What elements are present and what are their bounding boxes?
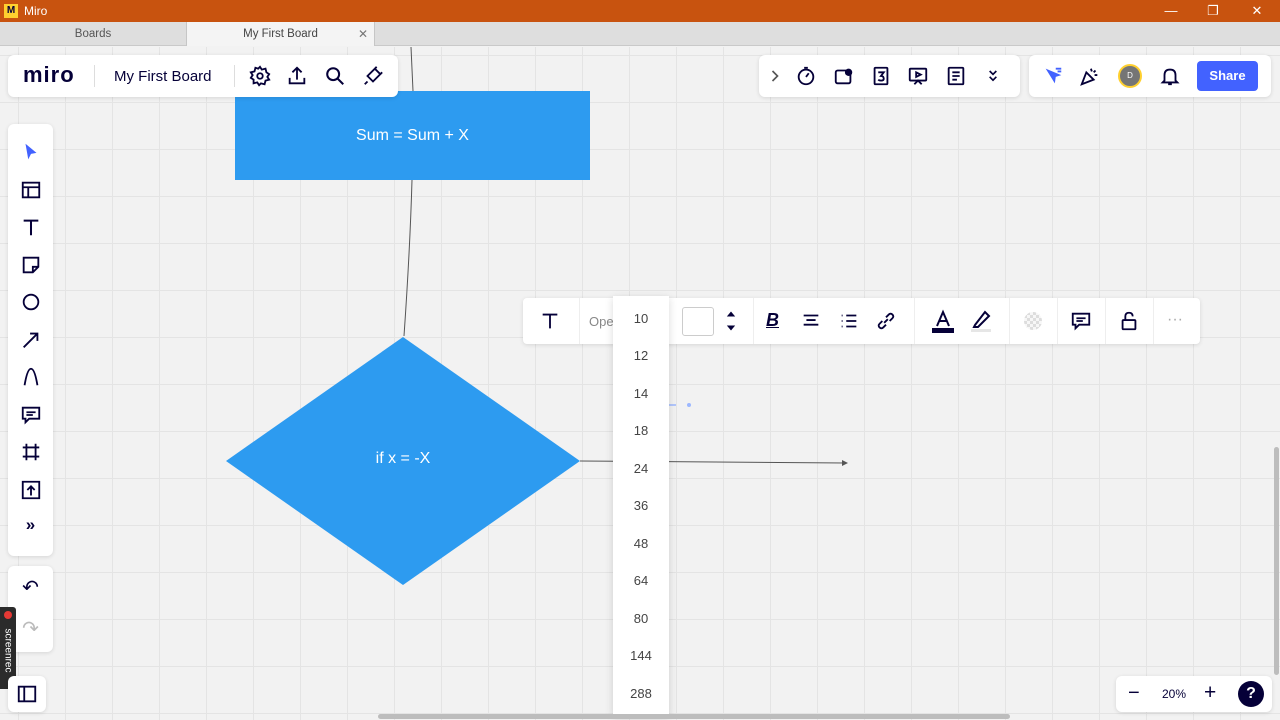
size-down-icon[interactable] <box>724 322 738 334</box>
list-icon[interactable] <box>838 310 860 332</box>
recorder-label: screenrec <box>2 628 14 673</box>
miro-logo[interactable]: miro <box>23 62 75 88</box>
tab-label: My First Board <box>243 28 318 40</box>
frame-icon[interactable] <box>19 440 43 464</box>
sticky-note-icon[interactable] <box>19 253 43 277</box>
more-tools-icon[interactable] <box>983 65 1003 87</box>
text-color-icon[interactable] <box>931 308 955 334</box>
board-title[interactable]: My First Board <box>114 68 212 85</box>
search-icon[interactable] <box>324 65 346 87</box>
arrow-icon[interactable] <box>19 328 43 352</box>
font-size-option[interactable]: 12 <box>613 341 669 371</box>
divider <box>234 65 235 87</box>
zoom-out-button[interactable]: − <box>1128 682 1140 705</box>
minimize-button[interactable]: — <box>1161 2 1181 20</box>
timer-icon[interactable] <box>795 65 817 87</box>
divider <box>1009 298 1010 344</box>
bold-button[interactable]: B <box>766 310 779 331</box>
sidebar-toggle-icon <box>16 683 38 705</box>
font-size-option[interactable]: 80 <box>613 604 669 634</box>
vertical-scrollbar[interactable] <box>1274 447 1279 675</box>
cursor-filter-icon[interactable] <box>1042 65 1064 87</box>
font-family-select[interactable]: Ope <box>589 314 614 329</box>
board-tools-panel <box>759 55 1020 97</box>
zoom-in-button[interactable]: + <box>1204 681 1216 705</box>
user-avatar[interactable]: D <box>1118 64 1142 88</box>
font-size-option[interactable]: 288 <box>613 679 669 709</box>
font-size-option[interactable]: 24 <box>613 454 669 484</box>
font-size-input[interactable] <box>682 307 714 336</box>
font-size-option[interactable]: 64 <box>613 566 669 596</box>
process-rectangle[interactable]: Sum = Sum + X <box>235 91 590 180</box>
undo-icon[interactable]: ↶ <box>8 575 53 600</box>
record-dot-icon <box>4 611 12 619</box>
divider <box>753 298 754 344</box>
divider <box>1057 298 1058 344</box>
export-icon[interactable] <box>286 65 308 87</box>
divider <box>1105 298 1106 344</box>
counter-icon[interactable] <box>870 65 892 87</box>
pen-icon[interactable] <box>19 365 43 389</box>
rect-text: Sum = Sum + X <box>356 126 469 144</box>
comment-icon[interactable] <box>19 403 43 427</box>
font-size-option[interactable]: 144 <box>613 641 669 671</box>
zoom-panel: − 20% + ? <box>1116 676 1272 712</box>
divider <box>914 298 915 344</box>
diamond-text[interactable]: if x = -X <box>330 450 476 468</box>
help-button[interactable]: ? <box>1238 681 1264 707</box>
fill-color-icon[interactable] <box>1024 312 1042 330</box>
notes-icon[interactable] <box>945 65 967 87</box>
tab-my-first-board[interactable]: My First Board ✕ <box>187 22 375 46</box>
close-window-button[interactable]: ✕ <box>1247 2 1267 20</box>
font-size-option[interactable]: 14 <box>613 379 669 409</box>
voting-icon[interactable] <box>833 65 855 87</box>
font-size-dropdown: 10 12 14 18 24 36 48 64 80 144 288 <box>613 296 669 716</box>
settings-icon[interactable] <box>249 65 271 87</box>
bell-icon[interactable] <box>1159 65 1181 87</box>
left-toolbar: » <box>8 124 53 556</box>
font-size-option[interactable]: 10 <box>613 304 669 334</box>
tab-boards[interactable]: Boards <box>0 22 187 46</box>
divider <box>1153 298 1154 344</box>
highlight-icon[interactable] <box>969 308 993 334</box>
comment-icon[interactable] <box>1070 310 1092 332</box>
zoom-level[interactable]: 20% <box>1162 687 1186 701</box>
miro-app-icon: M <box>4 4 18 18</box>
more-tools-chevron-icon[interactable]: » <box>8 515 53 535</box>
font-size-option[interactable]: 36 <box>613 491 669 521</box>
templates-icon[interactable] <box>19 178 43 202</box>
share-button[interactable]: Share <box>1197 61 1258 91</box>
divider <box>94 65 95 87</box>
plugin-icon[interactable] <box>362 65 384 87</box>
restore-button[interactable]: ❐ <box>1203 2 1223 20</box>
lock-icon[interactable] <box>1118 310 1140 332</box>
chevron-right-icon[interactable] <box>765 65 785 87</box>
upload-icon[interactable] <box>19 478 43 502</box>
window-titlebar: M Miro — ❐ ✕ <box>0 0 1280 22</box>
presentation-icon[interactable] <box>907 65 929 87</box>
tab-close-icon[interactable]: ✕ <box>358 22 368 46</box>
size-up-icon[interactable] <box>724 308 738 320</box>
link-icon[interactable] <box>875 310 897 332</box>
sidebar-toggle[interactable] <box>8 676 46 712</box>
horizontal-scrollbar[interactable] <box>378 714 1010 719</box>
text-icon[interactable] <box>19 215 43 239</box>
align-center-icon[interactable] <box>800 310 822 332</box>
shape-icon[interactable] <box>19 290 43 314</box>
divider <box>579 298 580 344</box>
tab-bar: Boards My First Board ✕ <box>0 22 1280 46</box>
more-options-button[interactable]: ··· <box>1167 311 1183 329</box>
text-type-icon[interactable] <box>539 310 561 332</box>
window-title: Miro <box>24 4 48 18</box>
celebrate-icon[interactable] <box>1079 65 1101 87</box>
board-header: miro My First Board <box>8 55 398 97</box>
font-size-option[interactable]: 48 <box>613 529 669 559</box>
font-size-option[interactable]: 18 <box>613 416 669 446</box>
select-icon[interactable] <box>19 140 43 164</box>
tab-label: Boards <box>74 28 112 40</box>
